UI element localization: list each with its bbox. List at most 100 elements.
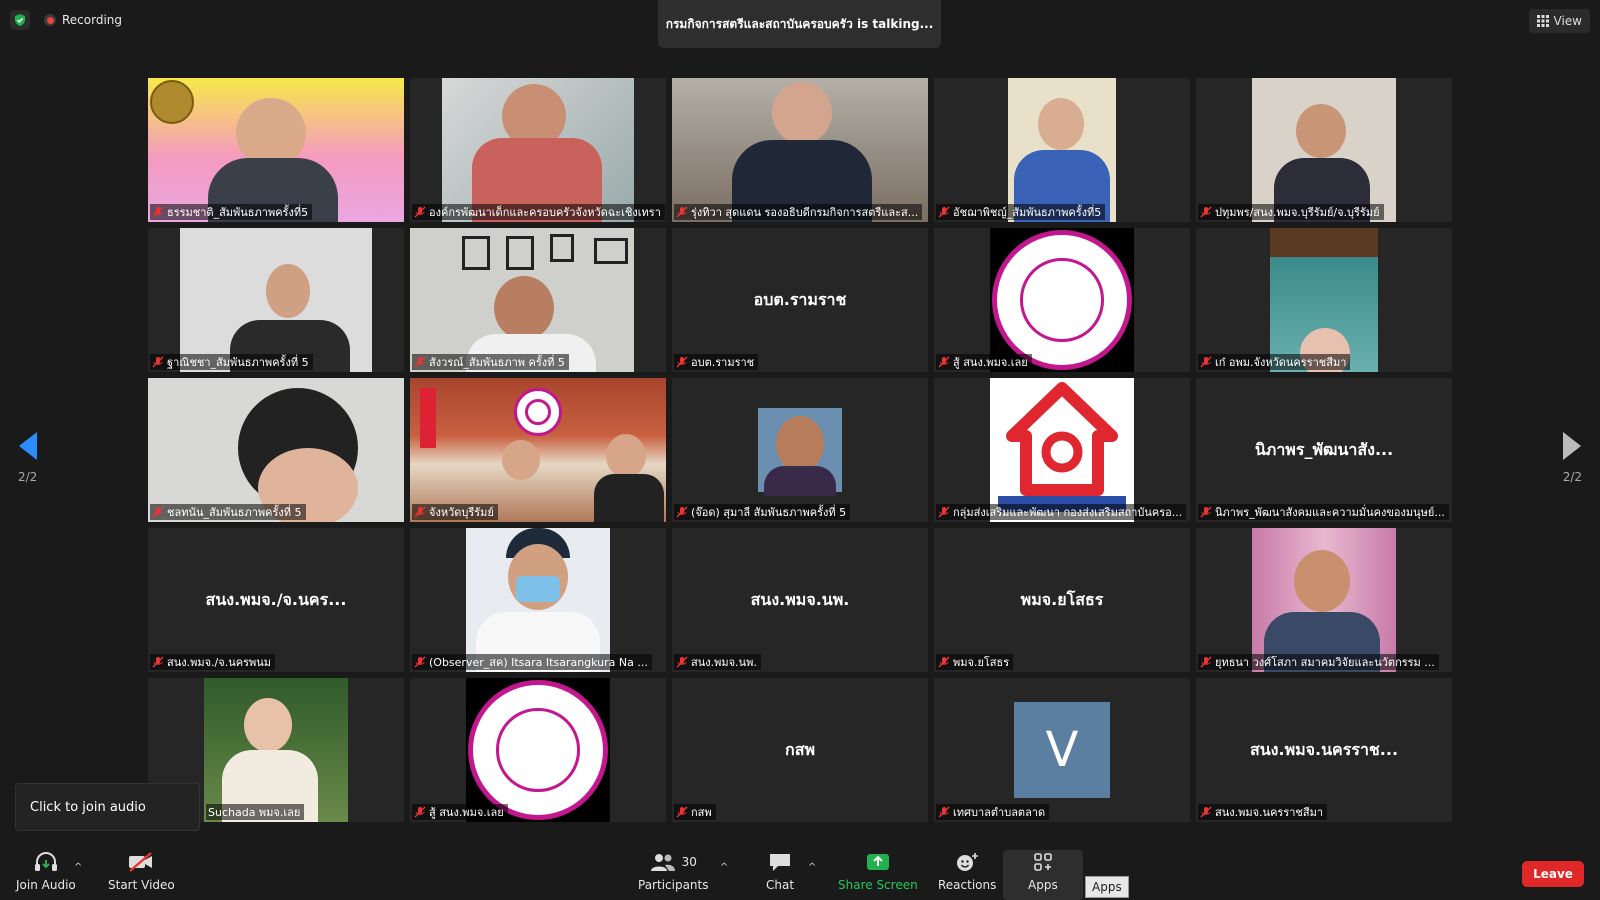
security-shield-icon[interactable] (10, 10, 30, 30)
mic-muted-icon (938, 656, 950, 668)
active-speaker-banner: กรมกิจการสตรีและสถาบันครอบครัว is talkin… (658, 0, 941, 48)
participant-name-label: อบต.รามราช (674, 354, 759, 370)
join-audio-tooltip[interactable]: Click to join audio (15, 783, 200, 831)
participant-name-label: จังหวัดบุรีรัมย์ (412, 504, 498, 520)
mic-muted-icon (414, 656, 426, 668)
participant-tile[interactable]: อัชฌาพิชญ์_สัมพันธภาพครั้งที่5 (934, 78, 1190, 222)
mic-muted-icon (938, 356, 950, 368)
participant-name-label: สังวรณ์_สัมพันธภาพ ครั้งที่ 5 (412, 354, 569, 370)
mic-muted-icon (414, 506, 426, 518)
participant-tile[interactable]: ปทุมพร/สนง.พมจ.บุรีรัมย์/จ.บุรีรัมย์ (1196, 78, 1452, 222)
ministry-seal-logo (992, 230, 1132, 370)
participant-name-label: องค์กรพัฒนาเด็กและครอบครัวจังหวัดฉะเชิงเ… (412, 204, 665, 220)
headphones-icon (33, 850, 59, 874)
video-off-icon (127, 850, 155, 874)
participant-display-name: อบต.รามราช (753, 289, 847, 309)
video-feed (466, 528, 610, 672)
mic-muted-icon (676, 656, 688, 668)
mic-muted-icon (414, 356, 426, 368)
participant-display-name: นิภาพร_พัฒนาสัง... (1254, 439, 1394, 459)
emblem-logo (150, 80, 194, 124)
organization-logo (998, 382, 1126, 512)
participant-name-label: ชลทนัน_สัมพันธภาพครั้งที่ 5 (150, 504, 306, 520)
participant-name-label: ยุทธนา วงศ์โสภา สมาคมวิจัยและนวัตกรรม ..… (1198, 654, 1439, 670)
face-mask (516, 576, 560, 602)
participants-count: 30 (681, 855, 697, 869)
apps-button[interactable]: Apps (1028, 850, 1058, 892)
participant-name-label: ปทุมพร/สนง.พมจ.บุรีรัมย์/จ.บุรีรัมย์ (1198, 204, 1384, 220)
reactions-button[interactable]: Reactions (938, 850, 996, 892)
participant-tile[interactable]: รุ่งทิวา สุดแดน รองอธิบดีกรมกิจการสตรีแล… (672, 78, 928, 222)
participants-icon: 30 (650, 850, 697, 874)
mic-muted-icon (1200, 206, 1212, 218)
share-screen-button[interactable]: Share Screen (838, 850, 918, 892)
video-feed (990, 378, 1134, 522)
participant-tile[interactable]: นิภาพร_พัฒนาสัง... นิภาพร_พัฒนาสังคมและค… (1196, 378, 1452, 522)
participant-tile[interactable]: องค์กรพัฒนาเด็กและครอบครัวจังหวัดฉะเชิงเ… (410, 78, 666, 222)
mic-muted-icon (152, 356, 164, 368)
recording-dot-icon (44, 14, 56, 26)
mic-muted-icon (152, 656, 164, 668)
join-audio-button[interactable]: Join Audio (16, 850, 76, 892)
participant-tile[interactable]: สนง.พมจ.นครราช... สนง.พมจ.นครราชสีมา (1196, 678, 1452, 822)
video-feed (148, 78, 404, 222)
participant-name-label: ฐาณิชชา_สัมพันธภาพครั้งที่ 5 (150, 354, 313, 370)
participant-tile[interactable]: ฐาณิชชา_สัมพันธภาพครั้งที่ 5 (148, 228, 404, 372)
mic-muted-icon (676, 806, 688, 818)
participants-options-chevron-icon[interactable]: ^ (720, 862, 728, 873)
participant-tile[interactable]: กลุ่มส่งเสริมและพัฒนา กองส่งเสริมสถาบันค… (934, 378, 1190, 522)
participant-tile[interactable]: สู้ สนง.พมจ.เลย (934, 228, 1190, 372)
apps-icon (1032, 850, 1054, 874)
participant-tile[interactable]: สนง.พมจ./จ.นคร... สนง.พมจ./จ.นครพนม (148, 528, 404, 672)
participant-tile[interactable]: ธรรมชาติ_สัมพันธภาพครั้งที่5 (148, 78, 404, 222)
participant-tile[interactable]: (Observer_สค) Itsara Itsarangkura Na ... (410, 528, 666, 672)
page-indicator-right: 2/2 (1562, 470, 1582, 484)
participant-tile[interactable]: สังวรณ์_สัมพันธภาพ ครั้งที่ 5 (410, 228, 666, 372)
participant-tile[interactable]: V เทศบาลตำบลตลาด (934, 678, 1190, 822)
participant-tile[interactable]: พมจ.ยโสธร พมจ.ยโสธร (934, 528, 1190, 672)
recording-indicator[interactable]: Recording (44, 13, 122, 27)
participant-tile[interactable]: อบต.รามราช อบต.รามราช (672, 228, 928, 372)
view-button[interactable]: View (1528, 9, 1590, 33)
participant-tile[interactable]: (จ๊อด) สุมาลี สัมพันธภาพครั้งที่ 5 (672, 378, 928, 522)
participant-tile[interactable]: จังหวัดบุรีรัมย์ (410, 378, 666, 522)
participant-name-label: สนง.พมจ.นพ. (674, 654, 761, 670)
participant-name-label: สนง.พมจ.นครราชสีมา (1198, 804, 1328, 820)
participant-display-name: สนง.พมจ.นพ. (750, 589, 850, 609)
participant-tile[interactable]: เก๋ อพม.จังหวัดนครราชสีมา (1196, 228, 1452, 372)
meeting-toolbar (0, 842, 1600, 900)
participant-display-name: กสพ (785, 739, 815, 759)
participant-name-label: ธรรมชาติ_สัมพันธภาพครั้งที่5 (150, 204, 313, 220)
start-video-button[interactable]: Start Video (108, 850, 175, 892)
arrow-left-icon (18, 432, 37, 460)
next-page-nav[interactable]: 2/2 (1563, 432, 1582, 484)
participant-tile[interactable]: สู้ สนง.พมจ.เลย (410, 678, 666, 822)
participant-tile[interactable]: กสพ กสพ (672, 678, 928, 822)
participant-tile[interactable]: ชลทนัน_สัมพันธภาพครั้งที่ 5 (148, 378, 404, 522)
participant-name-label: เก๋ อพม.จังหวัดนครราชสีมา (1198, 354, 1351, 370)
leave-button[interactable]: Leave (1522, 861, 1584, 887)
video-feed (180, 228, 372, 372)
mic-muted-icon (676, 356, 688, 368)
participant-name-label: สู้ สนง.พมจ.เลย (936, 354, 1032, 370)
participant-tile[interactable]: สนง.พมจ.นพ. สนง.พมจ.นพ. (672, 528, 928, 672)
participant-tile[interactable]: ยุทธนา วงศ์โสภา สมาคมวิจัยและนวัตกรรม ..… (1196, 528, 1452, 672)
video-feed (442, 78, 634, 222)
previous-page-nav[interactable]: 2/2 (18, 432, 37, 484)
audio-options-chevron-icon[interactable]: ^ (74, 862, 82, 873)
mic-muted-icon (938, 806, 950, 818)
mic-muted-icon (938, 206, 950, 218)
participants-button[interactable]: 30 Participants (638, 850, 709, 892)
video-feed (1008, 78, 1116, 222)
mic-muted-icon (1200, 506, 1212, 518)
mic-muted-icon (676, 506, 688, 518)
video-feed (410, 228, 634, 372)
participant-name-label: นิภาพร_พัฒนาสังคมและความมั่นคงของมนุษย์.… (1198, 504, 1449, 520)
chat-button[interactable]: Chat (766, 850, 794, 892)
top-status-bar: Recording (10, 10, 122, 30)
participant-name-label: (Observer_สค) Itsara Itsarangkura Na ... (412, 654, 652, 670)
arrow-right-icon (1563, 432, 1582, 460)
video-feed (1252, 78, 1396, 222)
chat-options-chevron-icon[interactable]: ^ (808, 862, 816, 873)
participant-name-label: สู้ สนง.พมจ.เลย (412, 804, 508, 820)
